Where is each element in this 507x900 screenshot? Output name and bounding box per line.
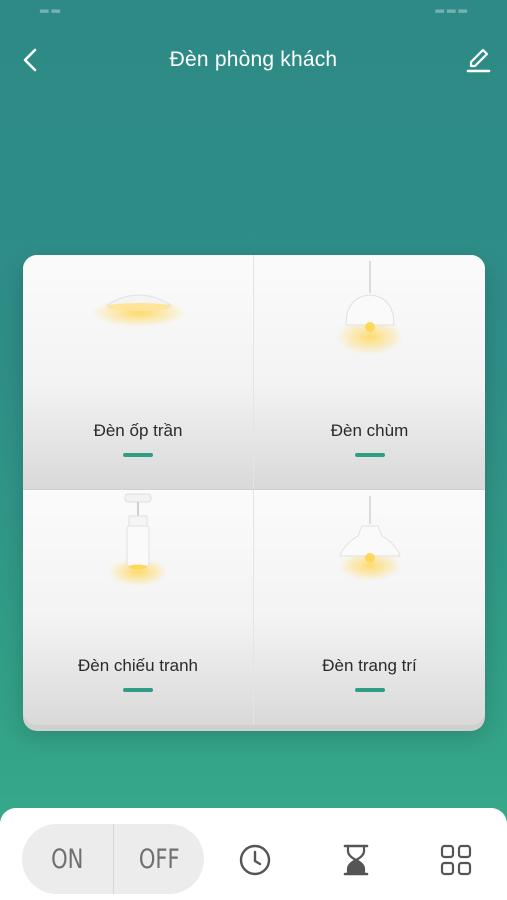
- toggle-divider: [112, 824, 114, 894]
- hourglass-icon: [343, 844, 369, 876]
- light-label: Đèn chùm: [330, 421, 409, 440]
- status-icons-fragment: ▂ ▂ ▂: [435, 1, 468, 13]
- bottom-toolbar: ON OFF: [0, 808, 507, 900]
- header: Đèn phòng khách: [0, 38, 507, 82]
- power-toggle: ON OFF: [22, 824, 204, 894]
- pendant-lamp-icon: [336, 261, 404, 355]
- grid-icon: [440, 844, 472, 876]
- lights-panel: Đèn ốp trần Đèn chùm Đèn chiếu tranh Đèn…: [23, 255, 485, 725]
- status-indicator: [354, 688, 385, 692]
- spotlight-icon: [108, 493, 168, 586]
- light-tile-chandelier[interactable]: Đèn chùm: [254, 255, 485, 490]
- status-indicator: [354, 453, 385, 457]
- status-bar: ▂ ▂ ▂ ▂ ▂: [0, 0, 507, 14]
- timer-button[interactable]: [336, 840, 376, 880]
- status-indicator: [123, 688, 153, 692]
- status-time-fragment: ▂ ▂: [40, 1, 60, 13]
- back-button[interactable]: [14, 44, 46, 76]
- on-button[interactable]: ON: [32, 824, 103, 894]
- light-tile-decorative[interactable]: Đèn trang trí: [254, 490, 485, 725]
- light-label: Đèn trang trí: [322, 656, 417, 675]
- scenes-button[interactable]: [436, 840, 476, 880]
- off-button[interactable]: OFF: [123, 824, 194, 894]
- status-indicator: [123, 453, 153, 457]
- light-tile-spotlight[interactable]: Đèn chiếu tranh: [23, 490, 254, 725]
- chevron-left-icon: [23, 48, 37, 72]
- page-title: Đèn phòng khách: [169, 48, 338, 71]
- schedule-button[interactable]: [235, 840, 275, 880]
- ceiling-light-icon: [91, 294, 187, 327]
- clock-icon: [239, 844, 271, 876]
- light-label: Đèn chiếu tranh: [77, 656, 199, 675]
- light-tile-ceiling[interactable]: Đèn ốp trần: [23, 255, 254, 490]
- light-label: Đèn ốp trần: [93, 421, 183, 440]
- pencil-icon: [466, 48, 491, 73]
- decorative-pendant-icon: [338, 496, 402, 581]
- edit-button[interactable]: [461, 44, 495, 76]
